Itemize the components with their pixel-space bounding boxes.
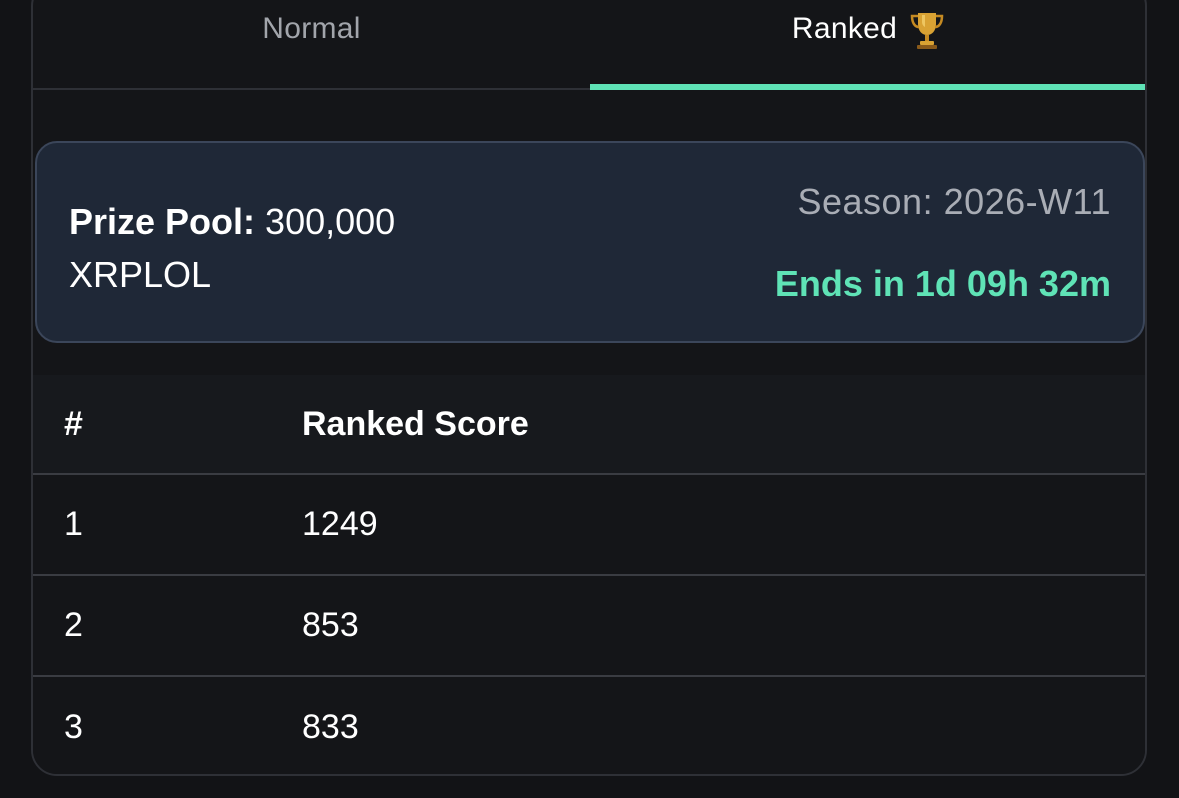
tab-ranked-label: Ranked — [791, 12, 898, 45]
prize-pool-card: Prize Pool: 300,000 XRPLOL Season: 2026-… — [35, 141, 1145, 343]
prize-pool: Prize Pool: 300,000 XRPLOL — [69, 195, 509, 301]
row-score: 833 — [302, 708, 359, 746]
row-rank: 3 — [64, 708, 83, 746]
row-score: 853 — [302, 606, 359, 644]
row-score: 1249 — [302, 505, 378, 543]
active-tab-indicator — [590, 84, 1145, 90]
season-countdown: Ends in 1d 09h 32m — [774, 263, 1111, 304]
tab-ranked[interactable]: Ranked — [590, 2, 1145, 90]
table-row: 1 1249 — [33, 475, 1145, 576]
header-ranked-score: Ranked Score — [302, 404, 529, 443]
table-row: 2 853 — [33, 576, 1145, 677]
season-label: Season: 2026-W11 — [797, 181, 1111, 222]
table-row: 3 833 — [33, 677, 1145, 774]
header-rank: # — [64, 404, 83, 443]
prize-pool-amount: 300,000 — [265, 201, 396, 242]
leaderboard-table: # Ranked Score 1 1249 2 853 3 833 — [33, 375, 1145, 774]
prize-pool-label: Prize Pool: — [69, 201, 256, 242]
leaderboard-panel: Normal Ranked Prize Pool: 300,000 XRPLOL… — [31, 0, 1147, 776]
tab-normal-label: Normal — [262, 12, 361, 45]
table-header: # Ranked Score — [33, 375, 1145, 475]
trophy-icon — [909, 10, 945, 50]
prize-pool-currency: XRPLOL — [69, 254, 212, 295]
tab-normal[interactable]: Normal — [33, 2, 590, 88]
row-rank: 2 — [64, 606, 83, 644]
row-rank: 1 — [64, 505, 83, 543]
mode-tabs: Normal Ranked — [33, 2, 1145, 90]
